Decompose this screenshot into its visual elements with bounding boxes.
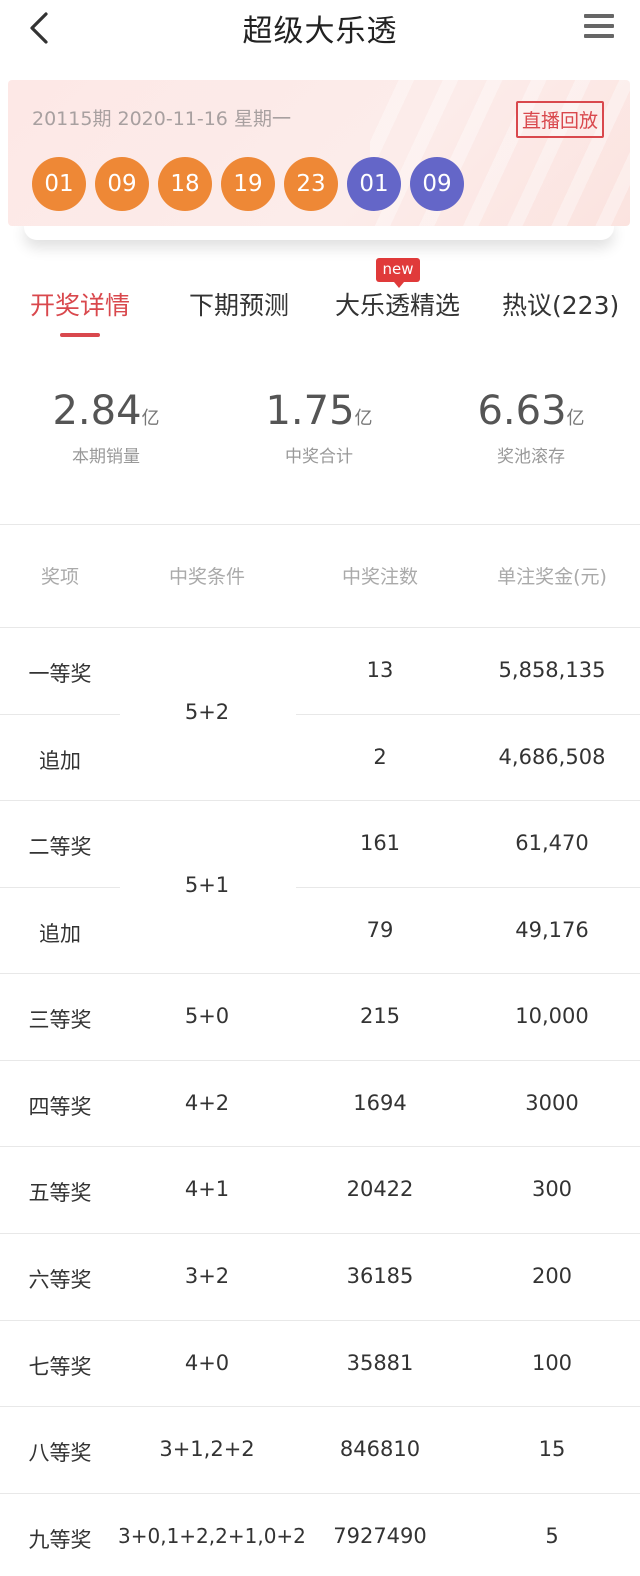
stat-value: 2.84 xyxy=(52,388,142,434)
divider xyxy=(0,887,120,888)
divider xyxy=(0,1493,640,1494)
red-ball: 18 xyxy=(158,157,212,211)
draw-issue-info: 20115期 2020-11-16 星期一 xyxy=(32,108,291,130)
winner-count: 13 xyxy=(366,658,394,682)
prize-amount: 200 xyxy=(531,1264,573,1288)
divider xyxy=(0,1406,640,1407)
red-ball: 23 xyxy=(284,157,338,211)
divider xyxy=(0,524,640,525)
stat-total-winnings: 1.75亿 中奖合计 xyxy=(219,388,419,467)
winner-count: 79 xyxy=(366,918,394,942)
prize-amount: 10,000 xyxy=(515,1004,589,1028)
winner-count: 846810 xyxy=(339,1437,421,1461)
draw-result-card: 20115期 2020-11-16 星期一 直播回放 01 09 18 19 2… xyxy=(8,80,630,226)
new-badge: new xyxy=(376,258,420,288)
divider xyxy=(0,1146,640,1147)
divider xyxy=(0,973,640,974)
stat-value: 6.63 xyxy=(477,388,567,434)
prize-name: 八等奖 xyxy=(28,1441,92,1465)
stat-label: 本期销量 xyxy=(72,447,140,467)
win-condition: 3+1,2+2 xyxy=(159,1437,255,1461)
blue-ball: 01 xyxy=(347,157,401,211)
tab-discussion[interactable]: 热议(223) xyxy=(502,286,619,322)
prize-name: 二等奖 xyxy=(28,835,92,859)
stat-label: 奖池滚存 xyxy=(497,447,565,467)
divider xyxy=(296,714,640,715)
prize-amount: 61,470 xyxy=(515,831,589,855)
prize-name: 一等奖 xyxy=(28,662,92,686)
prize-amount: 100 xyxy=(531,1351,573,1375)
winner-count: 2 xyxy=(373,745,387,769)
winner-count: 161 xyxy=(359,831,401,855)
win-condition: 4+2 xyxy=(184,1091,230,1115)
prize-amount: 49,176 xyxy=(515,918,589,942)
divider xyxy=(296,887,640,888)
prize-name: 四等奖 xyxy=(28,1095,92,1119)
table-header-prize-level: 奖项 xyxy=(40,566,79,588)
active-tab-indicator xyxy=(60,333,100,337)
live-replay-button[interactable]: 直播回放 xyxy=(515,101,604,138)
prize-name: 七等奖 xyxy=(28,1355,92,1379)
prize-name: 追加 xyxy=(39,922,81,946)
win-condition: 3+2 xyxy=(184,1264,230,1288)
table-header-count: 中奖注数 xyxy=(341,566,418,588)
prize-name: 五等奖 xyxy=(28,1181,92,1205)
winner-count: 35881 xyxy=(346,1351,414,1375)
win-condition: 3+0,1+2,2+1,0+2 xyxy=(118,1524,306,1548)
winner-count: 20422 xyxy=(346,1177,414,1201)
divider xyxy=(0,714,120,715)
stat-unit: 亿 xyxy=(566,408,585,429)
prize-name: 九等奖 xyxy=(28,1528,92,1552)
prize-name: 三等奖 xyxy=(28,1008,92,1032)
stat-jackpot-pool: 6.63亿 奖池滚存 xyxy=(431,388,631,467)
divider xyxy=(0,800,640,801)
divider xyxy=(0,1320,640,1321)
merged-condition: 5+1 xyxy=(184,873,230,897)
stat-unit: 亿 xyxy=(354,408,373,429)
divider xyxy=(0,627,640,628)
prize-amount: 15 xyxy=(538,1437,566,1461)
merged-condition: 5+2 xyxy=(184,700,230,724)
win-condition: 5+0 xyxy=(184,1004,230,1028)
tab-next-prediction[interactable]: 下期预测 xyxy=(189,286,289,322)
table-header-prize: 单注奖金(元) xyxy=(497,566,607,588)
red-ball: 19 xyxy=(221,157,275,211)
win-condition: 4+0 xyxy=(184,1351,230,1375)
stat-unit: 亿 xyxy=(141,408,160,429)
prize-amount: 3000 xyxy=(525,1091,579,1115)
prize-amount: 5,858,135 xyxy=(498,658,606,682)
tab-draw-details[interactable]: 开奖详情 xyxy=(30,286,130,322)
blue-ball: 09 xyxy=(410,157,464,211)
prize-name: 追加 xyxy=(39,749,81,773)
stat-label: 中奖合计 xyxy=(285,447,353,467)
red-ball: 09 xyxy=(95,157,149,211)
stat-sales: 2.84亿 本期销量 xyxy=(6,388,206,467)
prize-name: 六等奖 xyxy=(28,1268,92,1292)
winner-count: 36185 xyxy=(346,1264,414,1288)
menu-icon[interactable] xyxy=(584,14,614,40)
winner-count: 215 xyxy=(359,1004,401,1028)
page-title: 超级大乐透 xyxy=(242,14,398,49)
winner-count: 1694 xyxy=(353,1091,407,1115)
tab-featured[interactable]: 大乐透精选 xyxy=(335,286,460,322)
stat-value: 1.75 xyxy=(265,388,355,434)
table-header-condition: 中奖条件 xyxy=(168,566,245,588)
red-ball: 01 xyxy=(32,157,86,211)
divider xyxy=(0,1060,640,1061)
winner-count: 7927490 xyxy=(333,1524,427,1548)
divider xyxy=(0,1233,640,1234)
prize-amount: 5 xyxy=(545,1524,559,1548)
win-condition: 4+1 xyxy=(184,1177,230,1201)
top-bar: 超级大乐透 xyxy=(0,0,640,56)
prize-amount: 4,686,508 xyxy=(498,745,606,769)
prize-amount: 300 xyxy=(531,1177,573,1201)
